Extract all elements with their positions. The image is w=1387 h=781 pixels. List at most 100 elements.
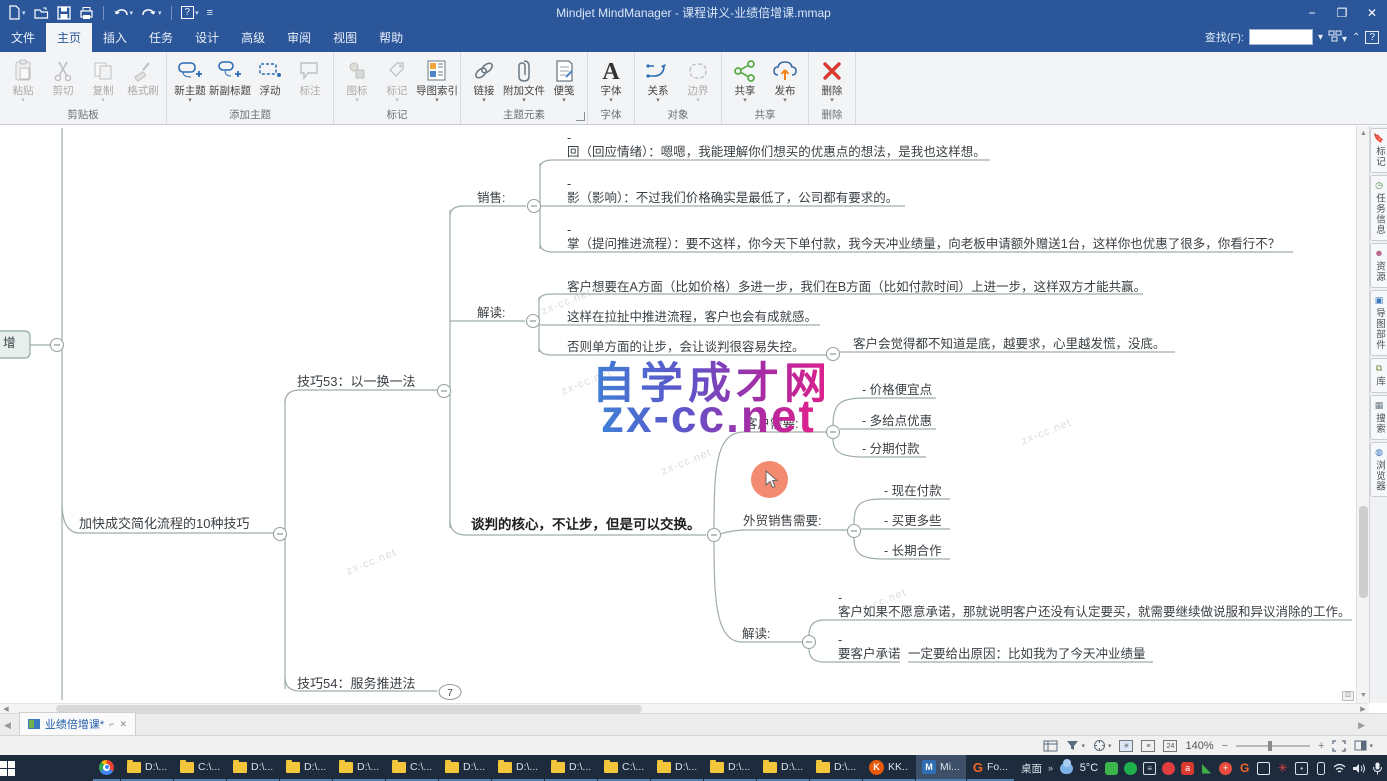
tab-popout-icon[interactable]: ⌐	[109, 719, 114, 729]
tab-review[interactable]: 审阅	[276, 23, 322, 52]
taskbar-chrome[interactable]	[93, 755, 120, 781]
taskbar-folder-9[interactable]: C:\...	[598, 755, 650, 781]
publish-button[interactable]: 发布▾	[765, 54, 805, 105]
newtopic-button[interactable]: 新主题▾	[170, 54, 210, 105]
topic-sales-label[interactable]: 销售:	[477, 191, 505, 206]
topic-sales-zhang[interactable]: - 掌（提问推进流程）：要不这样，你今天下单付款，我今天冲业绩量，向老板申请额外…	[567, 223, 1280, 251]
topic-jiedu1-b[interactable]: 这样在拉扯中推进流程，客户也会有成就感。	[567, 310, 817, 325]
topic-jiedu2-b[interactable]: - 要客户承诺	[838, 633, 901, 661]
taskbar-folder-8[interactable]: D:\...	[545, 755, 597, 781]
topic-tanpan[interactable]: 谈判的核心，不让步，但是可以交换。	[471, 517, 701, 532]
clipboard-icon[interactable]: ≡	[1143, 762, 1156, 775]
minimize-button[interactable]: −	[1297, 0, 1327, 25]
red-star-icon[interactable]: ✳	[1276, 762, 1289, 775]
topic-jiedu1-label[interactable]: 解读:	[477, 306, 505, 321]
topic-jiedu1-a[interactable]: 客户想要在A方面（比如价格）多进一步，我们在B方面（比如付款时间）上进一步，这样…	[567, 280, 1146, 295]
dialog-launcher-icon[interactable]	[576, 112, 585, 121]
tab-design[interactable]: 设计	[184, 23, 230, 52]
topic-sales-hui[interactable]: - 回（回应情绪）：嗯嗯，我能理解你们想买的优惠点的想法，是我也这样想。	[567, 131, 986, 159]
layout-icon[interactable]: ▾	[1328, 30, 1347, 45]
pane-toggle-icon[interactable]: ▾	[1354, 740, 1373, 751]
pointer-icon[interactable]: ◣	[1200, 762, 1213, 775]
view-mode-outline-icon[interactable]: ≡	[1141, 740, 1155, 752]
wifi-icon[interactable]	[1333, 762, 1346, 775]
topic-sales-ying[interactable]: - 影（影响）：不过我们价格确实是最低了，公司都有要求的。	[567, 177, 898, 205]
note-button[interactable]: 便笺▾	[544, 54, 584, 105]
attach-button[interactable]: 附加文件▾	[504, 54, 544, 105]
red-square-icon[interactable]: a	[1181, 762, 1194, 775]
phone-icon[interactable]	[1314, 762, 1327, 775]
taskbar-folder-2[interactable]: D:\...	[227, 755, 279, 781]
tab-view[interactable]: 视图	[322, 23, 368, 52]
new-document-icon[interactable]: ▾	[6, 4, 28, 22]
tab-scroll-right-icon[interactable]: ▶	[1358, 720, 1365, 731]
taskbar-fox[interactable]: GFo...	[967, 755, 1014, 781]
task-pane-tab-tag[interactable]: 🔖标记	[1370, 128, 1387, 173]
taskbar-folder-7[interactable]: D:\...	[492, 755, 544, 781]
find-dropdown-icon[interactable]: ▾	[1318, 32, 1323, 43]
taskbar-mindmanager[interactable]: MMi...	[916, 755, 966, 781]
topic-skill53[interactable]: 技巧53：以一换一法	[297, 374, 415, 389]
redo-icon[interactable]: ▾	[139, 4, 164, 22]
link-button[interactable]: 链接▾	[464, 54, 504, 105]
mapindex-button[interactable]: 导图索引▾	[417, 54, 457, 105]
tab-help[interactable]: 帮助	[368, 23, 414, 52]
delete-button[interactable]: 删除▾	[812, 54, 852, 105]
subtopic-button[interactable]: 新副标题	[210, 54, 250, 97]
red-circle-icon[interactable]	[1162, 762, 1175, 775]
vertical-scrollbar[interactable]: ▲ ▼	[1356, 126, 1369, 703]
topic-waimao-3[interactable]: - 长期合作	[884, 544, 942, 559]
tab-insert[interactable]: 插入	[92, 23, 138, 52]
horizontal-scrollbar[interactable]: ◀ ▶	[0, 703, 1369, 713]
flag-icon[interactable]	[1257, 762, 1270, 775]
taskbar-folder-10[interactable]: D:\...	[651, 755, 703, 781]
topic-skill54[interactable]: 技巧54：服务推进法	[297, 676, 415, 691]
tab-file[interactable]: 文件	[0, 23, 46, 52]
task-pane-tab-person[interactable]: ☻资源	[1370, 243, 1387, 288]
tab-scroll-left-icon[interactable]: ◀	[0, 720, 19, 735]
select-icon[interactable]: ▾	[1093, 739, 1112, 752]
taskbar-folder-13[interactable]: D:\...	[810, 755, 862, 781]
task-pane-tab-library[interactable]: ⧉库	[1370, 358, 1387, 393]
mindmap-canvas[interactable]: zx-cc.netzx-cc.netzx-cc.netzx-cc.netzx-c…	[0, 126, 1356, 703]
topic-waimao-label[interactable]: 外贸销售需要:	[743, 514, 821, 529]
relation-button[interactable]: 关系▾	[638, 54, 678, 105]
topic-jiedu2-b-child[interactable]: 一定要给出原因：比如我为了今天冲业绩量	[908, 647, 1146, 662]
schedule-view-icon[interactable]: 24	[1163, 740, 1177, 752]
taskbar-folder-4[interactable]: D:\...	[333, 755, 385, 781]
zoom-slider-thumb[interactable]	[1268, 741, 1272, 751]
taskbar-folder-0[interactable]: D:\...	[121, 755, 173, 781]
topic-jiedu1-c-child[interactable]: 客户会觉得都不知道是底，越要求，心里越发慌，没底。	[853, 337, 1166, 352]
zoom-slider[interactable]	[1236, 745, 1310, 747]
tab-task[interactable]: 任务	[138, 23, 184, 52]
zoom-in-icon[interactable]: +	[1318, 740, 1324, 752]
horizontal-scroll-thumb[interactable]	[56, 705, 642, 713]
task-pane-tab-search[interactable]: ▦搜索	[1370, 395, 1387, 440]
restore-button[interactable]: ❐	[1327, 0, 1357, 25]
ribbon-help-icon[interactable]: ?	[1365, 31, 1379, 44]
save-icon[interactable]	[55, 4, 73, 22]
taskbar-folder-6[interactable]: D:\...	[439, 755, 491, 781]
filter-icon[interactable]: ▾	[1066, 740, 1085, 751]
vertical-scroll-thumb[interactable]	[1359, 506, 1368, 598]
document-tab[interactable]: 业绩倍增课* ⌐ ✕	[19, 712, 136, 735]
view-mode-map-icon[interactable]: ✳	[1119, 740, 1133, 752]
tab-close-icon[interactable]: ✕	[119, 719, 127, 730]
topic-waimao-2[interactable]: - 买更多些	[884, 514, 942, 529]
pane-view-icon[interactable]	[1043, 740, 1058, 752]
topic-waimao-1[interactable]: - 现在付款	[884, 484, 942, 499]
green-app-icon[interactable]	[1105, 762, 1118, 775]
tab-home[interactable]: 主页	[46, 23, 92, 52]
topic-kehu-2[interactable]: - 多给点优惠	[862, 414, 932, 429]
topic-kehu-1[interactable]: - 价格便宜点	[862, 383, 932, 398]
help-icon[interactable]: ?▾	[179, 4, 201, 22]
share-button[interactable]: 共享▾	[725, 54, 765, 105]
topic-kehu-3[interactable]: - 分期付款	[862, 442, 920, 457]
print-icon[interactable]	[77, 4, 96, 22]
mic-icon[interactable]	[1371, 762, 1384, 775]
floating-button[interactable]: 浮动	[250, 54, 290, 97]
customize-qat-icon[interactable]: ≡	[205, 4, 215, 22]
collapse-ribbon-icon[interactable]: ⌃	[1352, 32, 1360, 43]
speaker-icon[interactable]	[1352, 762, 1365, 775]
voice-icon[interactable]: •	[1295, 762, 1308, 775]
